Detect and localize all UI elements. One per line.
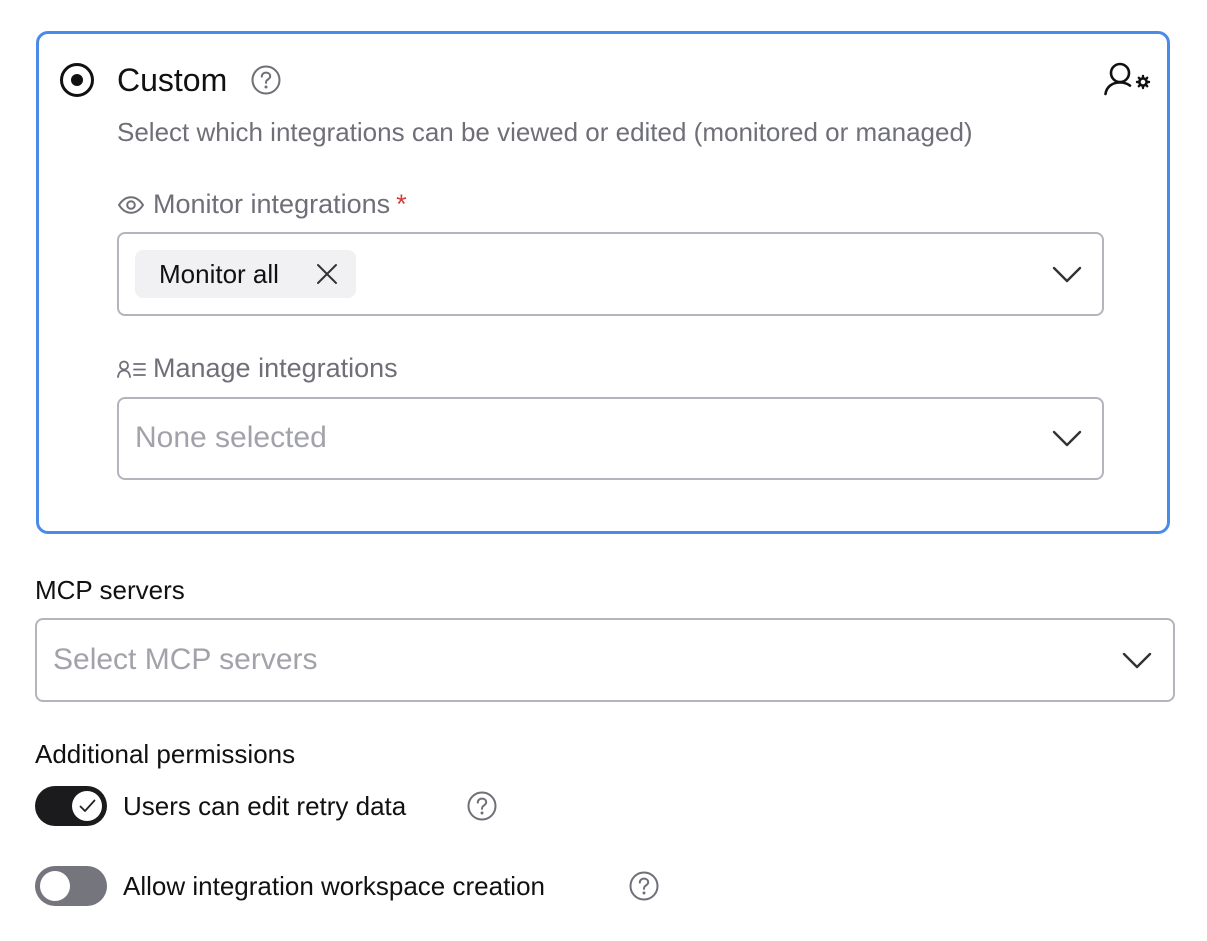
eye-icon	[117, 196, 145, 214]
edit-retry-data-label: Users can edit retry data	[123, 791, 407, 821]
mcp-servers-label: MCP servers	[35, 575, 185, 605]
user-settings-icon[interactable]	[1103, 61, 1151, 97]
toggle-knob	[40, 871, 70, 901]
remove-chip-icon[interactable]	[316, 263, 338, 285]
custom-radio-button[interactable]	[60, 63, 94, 97]
help-icon[interactable]	[467, 791, 497, 821]
custom-option-title: Custom	[117, 62, 228, 98]
edit-retry-data-toggle[interactable]	[35, 786, 107, 826]
mcp-servers-placeholder: Select MCP servers	[53, 643, 318, 676]
workspace-creation-toggle[interactable]	[35, 866, 107, 906]
manage-integrations-placeholder: None selected	[135, 421, 327, 454]
chevron-down-icon[interactable]	[1052, 266, 1082, 284]
chevron-down-icon[interactable]	[1052, 430, 1082, 448]
monitor-label-text: Monitor integrations	[153, 189, 391, 219]
custom-option-description: Select which integrations can be viewed …	[117, 117, 973, 147]
help-icon[interactable]	[629, 871, 659, 901]
required-asterisk: *	[396, 189, 407, 219]
additional-permissions-title: Additional permissions	[35, 739, 296, 769]
monitor-integrations-label: Monitor integrations *	[153, 185, 407, 223]
toggle-knob	[72, 791, 102, 821]
workspace-creation-label: Allow integration workspace creation	[123, 871, 545, 901]
user-list-icon	[117, 360, 146, 378]
check-icon	[79, 799, 96, 812]
help-icon[interactable]	[251, 65, 281, 95]
radio-selected-dot	[71, 74, 83, 86]
chip-label: Monitor all	[159, 259, 279, 289]
manage-integrations-label: Manage integrations	[153, 353, 398, 383]
chevron-down-icon[interactable]	[1122, 652, 1152, 670]
